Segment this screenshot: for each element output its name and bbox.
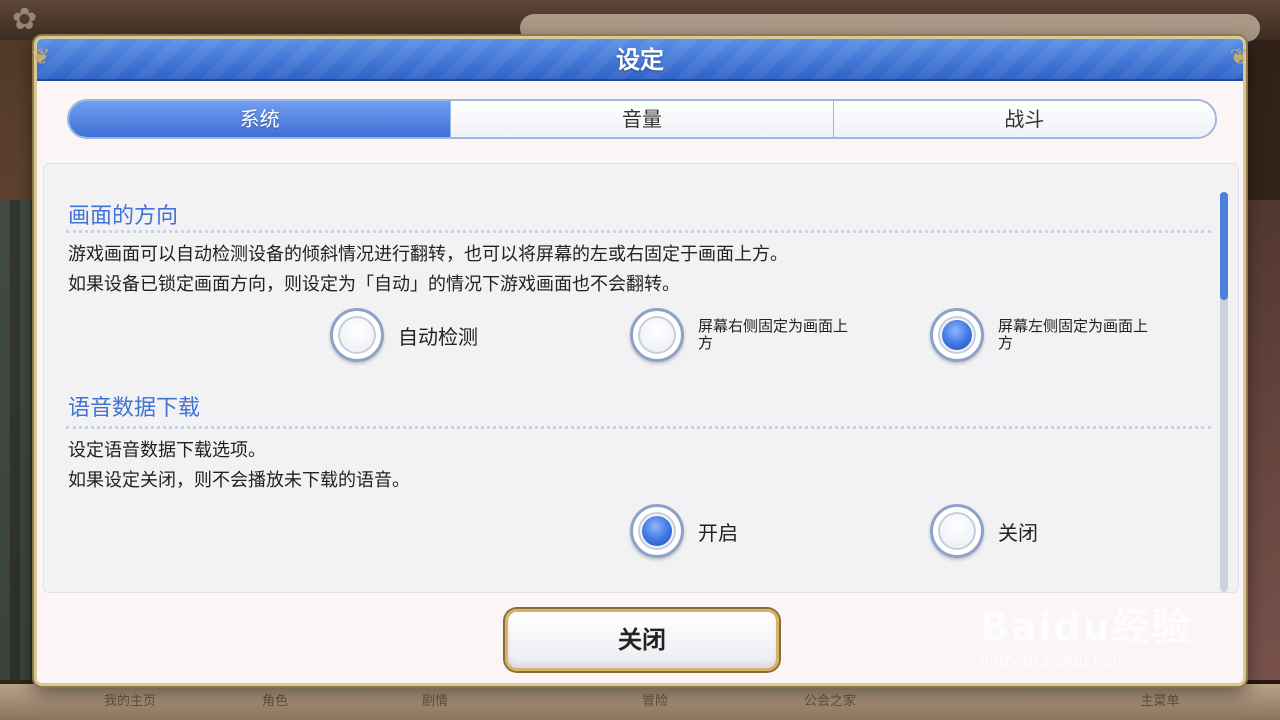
divider <box>66 426 1211 429</box>
option-label: 屏幕左侧固定为画面上方 <box>998 317 1149 352</box>
bg-nav-item-adventure: 冒险 <box>641 694 668 709</box>
dialog-title: 设定 <box>616 46 664 74</box>
option-right-side-top[interactable]: 屏幕右侧固定为画面上方 <box>630 308 848 362</box>
voice-desc-line1: 设定语音数据下载选项。 <box>68 440 266 461</box>
tab-battle[interactable]: 战斗 <box>832 101 1215 137</box>
dialog-titlebar: 设定 <box>37 39 1243 81</box>
orientation-desc-line1: 游戏画面可以自动检测设备的倾斜情况进行翻转，也可以将屏幕的左或右固定于画面上方。 <box>68 244 788 265</box>
radio-right-side-top[interactable] <box>630 308 684 362</box>
option-label: 开启 <box>698 520 738 545</box>
settings-dialog: 设定 ❦ ❦ 系统 音量 战斗 画面的方向 游戏画面可以自动检测设备的倾斜情况进… <box>31 36 1249 686</box>
section-title-orientation: 画面的方向 <box>68 204 179 229</box>
option-left-side-top[interactable]: 屏幕左侧固定为画面上方 <box>930 308 1148 362</box>
option-voice-off[interactable]: 关闭 <box>930 504 1038 558</box>
watermark-main: Baidu经验 <box>980 605 1192 649</box>
background-right-decor <box>1240 200 1280 680</box>
radio-voice-on[interactable] <box>630 504 684 558</box>
bg-nav-item-characters: 角色 <box>261 694 288 709</box>
settings-tabs: 系统 音量 战斗 <box>67 99 1217 139</box>
option-auto-detect[interactable]: 自动检测 <box>330 308 478 362</box>
baidu-watermark: Baidu经验 jingyan.baidu.com <box>980 596 1220 692</box>
radio-left-side-top[interactable] <box>930 308 984 362</box>
bg-nav-item-menu: 主菜单 <box>1140 694 1180 709</box>
divider <box>66 230 1211 233</box>
option-label: 自动检测 <box>398 324 478 349</box>
bg-nav-item-guild: 公会之家 <box>803 694 856 709</box>
orientation-desc-line2: 如果设备已锁定画面方向，则设定为「自动」的情况下游戏画面也不会翻转。 <box>68 274 680 295</box>
tab-volume[interactable]: 音量 <box>450 101 833 137</box>
option-label: 关闭 <box>998 520 1038 545</box>
watermark-url: jingyan.baidu.com <box>980 651 1128 670</box>
scrollbar-thumb[interactable] <box>1220 192 1228 300</box>
option-voice-on[interactable]: 开启 <box>630 504 738 558</box>
scrollbar[interactable] <box>1220 192 1228 592</box>
bg-nav-item-home: 我的主页 <box>103 694 156 709</box>
radio-voice-off[interactable] <box>930 504 984 558</box>
voice-desc-line2: 如果设定关闭，则不会播放未下载的语音。 <box>68 470 410 491</box>
tab-system[interactable]: 系统 <box>69 101 451 137</box>
settings-content-panel: 画面的方向 游戏画面可以自动检测设备的倾斜情况进行翻转，也可以将屏幕的左或右固定… <box>43 163 1239 593</box>
section-title-voice-download: 语音数据下载 <box>68 396 201 421</box>
close-button[interactable]: 关闭 <box>505 609 779 671</box>
ornament-right-icon: ❦ <box>1229 45 1249 70</box>
ornament-left-icon: ❦ <box>31 45 51 70</box>
bg-nav-item-story: 剧情 <box>421 694 448 709</box>
option-label: 屏幕右侧固定为画面上方 <box>698 317 849 352</box>
radio-auto-detect[interactable] <box>330 308 384 362</box>
